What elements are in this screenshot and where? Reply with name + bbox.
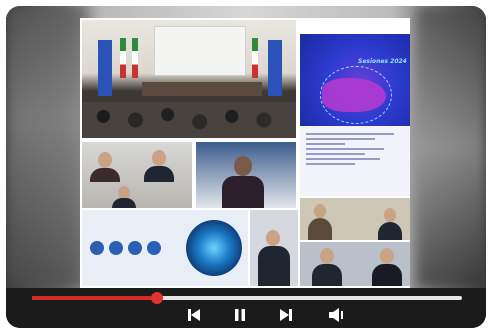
panel-table bbox=[142, 82, 262, 96]
map-graphic bbox=[322, 78, 386, 112]
event-poster: Sesiones 2024 bbox=[300, 20, 410, 196]
projection-screen bbox=[154, 26, 246, 76]
participant-tile bbox=[300, 198, 410, 240]
banner bbox=[268, 40, 282, 96]
pause-icon bbox=[228, 308, 252, 322]
banner bbox=[98, 40, 112, 96]
flag bbox=[120, 38, 126, 78]
progress-knob[interactable] bbox=[150, 292, 163, 304]
skip-next-icon bbox=[274, 308, 298, 322]
progress-track[interactable] bbox=[32, 292, 462, 304]
volume-icon bbox=[324, 308, 348, 322]
participant-tile bbox=[250, 210, 298, 286]
flag bbox=[252, 38, 258, 78]
participant-tile bbox=[196, 142, 296, 208]
poster-art: Sesiones 2024 bbox=[300, 34, 410, 126]
video-collage: Sesiones 2024 bbox=[80, 18, 410, 288]
participant-tile bbox=[82, 142, 192, 208]
player-controls bbox=[6, 288, 486, 328]
flag bbox=[132, 38, 138, 78]
digital-globe bbox=[186, 220, 242, 276]
poster-body bbox=[306, 130, 404, 168]
poster-title: Sesiones 2024 bbox=[358, 58, 407, 65]
presentation-slide bbox=[82, 210, 248, 286]
next-button[interactable] bbox=[274, 308, 298, 326]
blurred-edge-right bbox=[416, 6, 486, 288]
participant-tile bbox=[300, 242, 410, 286]
audience bbox=[82, 102, 296, 138]
progress-fill bbox=[32, 296, 157, 300]
blurred-edge-left bbox=[6, 6, 86, 288]
previous-button[interactable] bbox=[182, 308, 206, 326]
conference-photo bbox=[82, 20, 296, 138]
volume-button[interactable] bbox=[324, 308, 348, 326]
video-frame[interactable]: Sesiones 2024 bbox=[6, 6, 486, 288]
video-player: Sesiones 2024 bbox=[6, 6, 486, 328]
poster-logos bbox=[300, 20, 410, 34]
slide-icons bbox=[90, 240, 166, 259]
pause-button[interactable] bbox=[228, 308, 252, 326]
skip-previous-icon bbox=[182, 308, 206, 322]
